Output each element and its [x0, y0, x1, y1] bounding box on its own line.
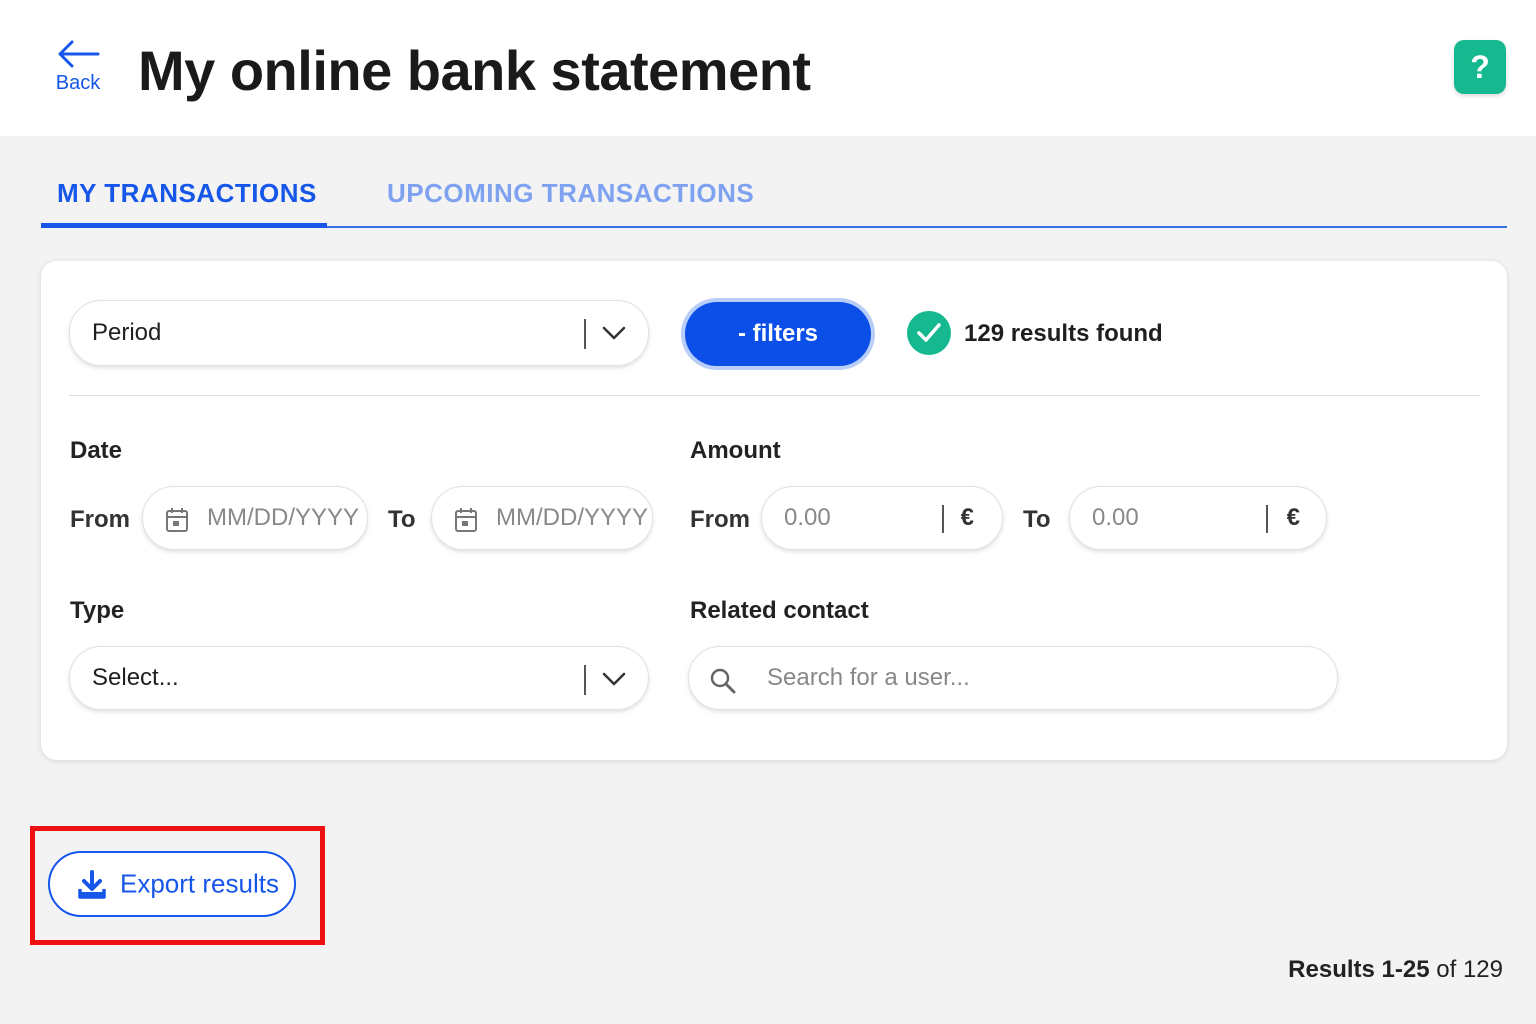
input-separator — [942, 505, 944, 533]
amount-to-label: To — [1023, 506, 1051, 533]
help-icon: ? — [1470, 49, 1490, 85]
chevron-down-icon — [602, 672, 626, 686]
related-contact-label: Related contact — [690, 597, 869, 624]
period-select[interactable]: Period — [69, 300, 649, 366]
date-to-input[interactable]: MM/DD/YYYY — [431, 486, 653, 550]
help-button[interactable]: ? — [1454, 40, 1506, 94]
arrow-left-icon — [58, 40, 100, 68]
back-label: Back — [55, 72, 101, 94]
contact-search-placeholder: Search for a user... — [767, 664, 970, 691]
type-select-value: Select... — [92, 664, 179, 691]
date-from-label: From — [70, 506, 130, 533]
chevron-down-icon — [602, 326, 626, 340]
input-separator — [1266, 505, 1268, 533]
date-label: Date — [70, 437, 123, 464]
amount-to-placeholder: 0.00 — [1092, 504, 1139, 531]
select-separator — [584, 665, 586, 695]
type-label: Type — [70, 597, 125, 624]
euro-icon: € — [960, 504, 974, 531]
amount-to-input[interactable]: 0.00 € — [1069, 486, 1327, 550]
date-from-input[interactable]: MM/DD/YYYY — [142, 486, 368, 550]
toggle-filters-button[interactable]: - filters — [685, 302, 871, 366]
results-prefix: Results — [1288, 956, 1382, 983]
filter-panel: Period - filters 129 results found Date … — [41, 261, 1507, 760]
results-found-text: 129 results found — [964, 320, 1163, 347]
active-tab-indicator — [41, 223, 327, 228]
date-to-placeholder: MM/DD/YYYY — [496, 504, 649, 531]
amount-from-placeholder: 0.00 — [784, 504, 831, 531]
euro-icon: € — [1286, 504, 1300, 531]
tab-my-transactions[interactable]: MY TRANSACTIONS — [57, 178, 317, 209]
divider — [69, 395, 1480, 396]
export-results-button[interactable]: Export results — [48, 851, 296, 917]
page-header: Back My online bank statement ? — [0, 0, 1536, 136]
calendar-icon — [166, 508, 188, 532]
search-icon — [710, 668, 736, 694]
date-from-placeholder: MM/DD/YYYY — [207, 504, 360, 531]
results-range: 1-25 — [1381, 956, 1430, 983]
check-circle-icon — [907, 311, 951, 355]
results-total: of 129 — [1429, 956, 1503, 983]
amount-label: Amount — [690, 437, 781, 464]
pagination-summary: Results 1-25 of 129 — [1288, 956, 1503, 984]
period-select-value: Period — [92, 319, 162, 346]
page-title: My online bank statement — [138, 39, 811, 102]
date-to-label: To — [388, 506, 416, 533]
calendar-icon — [455, 508, 477, 532]
tab-upcoming-transactions[interactable]: UPCOMING TRANSACTIONS — [387, 178, 754, 209]
transaction-tabs: MY TRANSACTIONS UPCOMING TRANSACTIONS — [41, 160, 1507, 228]
back-button[interactable]: Back — [50, 40, 106, 104]
download-icon — [78, 870, 106, 899]
contact-search-input[interactable]: Search for a user... — [688, 646, 1338, 710]
export-results-label: Export results — [120, 868, 279, 899]
amount-from-input[interactable]: 0.00 € — [761, 486, 1003, 550]
select-separator — [584, 319, 586, 349]
amount-from-label: From — [690, 506, 750, 533]
type-select[interactable]: Select... — [69, 646, 649, 710]
